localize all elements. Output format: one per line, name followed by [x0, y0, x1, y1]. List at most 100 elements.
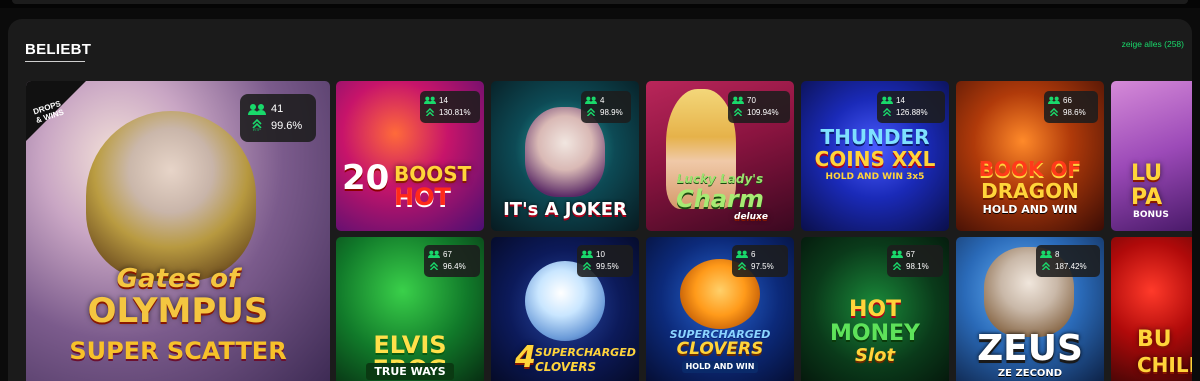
- game-title-line: Charm: [676, 185, 764, 213]
- players-icon: [736, 250, 748, 258]
- game-tile-book-of-dragon[interactable]: BOOK OF DRAGON HOLD AND WIN 66 98.6%: [956, 81, 1104, 231]
- rtp-up-icon: [733, 108, 743, 116]
- game-title-line: Gates of: [116, 264, 240, 294]
- game-title-line: PA: [1131, 185, 1163, 210]
- rtp-value: 96.4%: [443, 261, 466, 271]
- rtp-value: 97.5%: [751, 261, 774, 271]
- game-title-line: DRAGON: [981, 179, 1079, 203]
- top-bar-strip: [12, 0, 1188, 4]
- players-icon: [1040, 250, 1052, 258]
- show-all-link[interactable]: zeige alles (258): [1122, 39, 1184, 49]
- game-stats: 70 109.94%: [728, 91, 790, 123]
- rtp-value: 98.9%: [600, 107, 623, 117]
- players-icon: [428, 250, 440, 258]
- game-title-line: MONEY: [830, 321, 920, 346]
- players-count: 6: [751, 249, 756, 259]
- game-stats: 66 98.6%: [1044, 91, 1098, 123]
- section-title: BELIEBT: [25, 41, 92, 58]
- game-tile-partial-chilli[interactable]: BU CHILL: [1111, 237, 1192, 381]
- game-tile-gates-of-olympus[interactable]: DROPS & WINS Gates of OLYMPUS SUPER SCAT…: [26, 81, 330, 381]
- game-tile-4-supercharged-clovers[interactable]: 4 SUPERCHARGED CLOVERS 10 99.5%: [491, 237, 639, 381]
- game-tile-elvis-frog[interactable]: ELVIS FROG TRUE WAYS 67 96.4%: [336, 237, 484, 381]
- rtp-up-icon: [892, 262, 902, 270]
- game-title-line: BU: [1137, 327, 1172, 352]
- rtp-value: 99.6%: [271, 119, 303, 132]
- players-count: 67: [906, 249, 915, 259]
- players-icon: [424, 96, 436, 104]
- game-title-line: HOLD AND WIN: [982, 203, 1078, 216]
- game-tile-zeus-ze-zecond[interactable]: ZEUS ZE ZECOND 8 187.42%: [956, 237, 1104, 381]
- players-count: 66: [1063, 95, 1072, 105]
- rtp-value: 98.1%: [906, 261, 929, 271]
- game-title-line: HOT: [848, 297, 902, 322]
- game-title-line: ZEUS: [977, 328, 1083, 369]
- game-stats: 6 97.5%: [732, 245, 788, 277]
- rtp-value: 187.42%: [1055, 261, 1087, 271]
- game-title-line: CHILL: [1137, 353, 1192, 377]
- game-stats: 67 98.1%: [887, 245, 943, 277]
- rtp-up-icon: [1041, 262, 1051, 270]
- top-bar: [0, 0, 1200, 8]
- game-title-line: THUNDER: [820, 125, 930, 149]
- game-title-line: SUPER SCATTER: [69, 337, 287, 365]
- game-title-line: TRUE WAYS: [366, 363, 454, 380]
- rtp-up-icon: [582, 262, 592, 270]
- game-tile-thunder-coins-xxl[interactable]: THUNDER COINS XXL HOLD AND WIN 3x5 14 12…: [801, 81, 949, 231]
- game-title-line: CLOVERS: [535, 360, 597, 374]
- game-title-line: BOOST: [394, 162, 472, 186]
- players-count: 70: [747, 95, 756, 105]
- players-count: 41: [271, 102, 284, 115]
- game-title-line: ZE ZECOND: [997, 368, 1063, 379]
- game-tile-its-a-joker[interactable]: IT's A JOKER 4 98.9%: [491, 81, 639, 231]
- game-title-line: OLYMPUS: [87, 291, 269, 331]
- game-title-line: SUPERCHARGED: [535, 346, 636, 359]
- rtp-up-icon: [425, 108, 435, 116]
- game-stats: 67 96.4%: [424, 245, 480, 277]
- game-stats: 10 99.5%: [577, 245, 633, 277]
- game-title-line: Lucky Lady's: [676, 172, 764, 186]
- rtp-value: 99.5%: [596, 261, 619, 271]
- game-tile-partial-panda[interactable]: LU PA BONUS: [1111, 81, 1192, 231]
- game-tile-hot-money-slot[interactable]: HOT MONEY Slot 67 98.1%: [801, 237, 949, 381]
- game-title-line: IT's A JOKER: [503, 199, 627, 220]
- players-count: 67: [443, 249, 452, 259]
- rtp-up-icon: [737, 262, 747, 270]
- players-icon: [1048, 96, 1060, 104]
- game-stats: 41 RTP 99.6%: [240, 94, 316, 142]
- rtp-value: 130.81%: [439, 107, 471, 117]
- players-count: 14: [896, 95, 905, 105]
- rtp-up-icon: [1049, 108, 1059, 116]
- game-title-line: 20: [342, 158, 390, 198]
- players-icon: [248, 103, 266, 115]
- game-title-line: deluxe: [734, 212, 768, 222]
- popular-games-panel: BELIEBT zeige alles (258) DROPS & WINS G…: [8, 19, 1192, 381]
- players-icon: [891, 250, 903, 258]
- rtp-up-icon: [882, 108, 892, 116]
- game-title-line: Slot: [854, 345, 896, 366]
- game-stats: 8 187.42%: [1036, 245, 1100, 277]
- players-icon: [581, 250, 593, 258]
- players-icon: [585, 96, 597, 104]
- game-stats: 14 130.81%: [420, 91, 480, 123]
- rtp-up-icon: [429, 262, 439, 270]
- title-underline: [25, 61, 85, 62]
- game-tile-20-boost-hot[interactable]: 20 BOOST HOT 14 130.81%: [336, 81, 484, 231]
- game-tile-supercharged-clovers[interactable]: SUPERCHARGED CLOVERS HOLD AND WIN 6 97.5…: [646, 237, 794, 381]
- rtp-up-icon: [586, 108, 596, 116]
- god-figure: [86, 111, 256, 281]
- players-icon: [732, 96, 744, 104]
- game-title-line: HOLD AND WIN 3x5: [825, 172, 925, 182]
- game-stats: 4 98.9%: [581, 91, 631, 123]
- game-stats: 14 126.88%: [877, 91, 945, 123]
- game-title-line: 4: [515, 340, 536, 375]
- players-icon: [881, 96, 893, 104]
- game-title-line: BOOK OF: [978, 157, 1082, 181]
- rtp-value: 126.88%: [896, 107, 928, 117]
- game-tile-lucky-ladys-charm[interactable]: Lucky Lady's Charm deluxe 70 109.94%: [646, 81, 794, 231]
- drops-wins-badge: DROPS & WINS: [26, 81, 86, 141]
- game-title-line: COINS XXL: [814, 147, 936, 171]
- players-count: 4: [600, 95, 605, 105]
- players-count: 10: [596, 249, 605, 259]
- players-count: 14: [439, 95, 448, 105]
- game-title-line: BONUS: [1133, 210, 1169, 220]
